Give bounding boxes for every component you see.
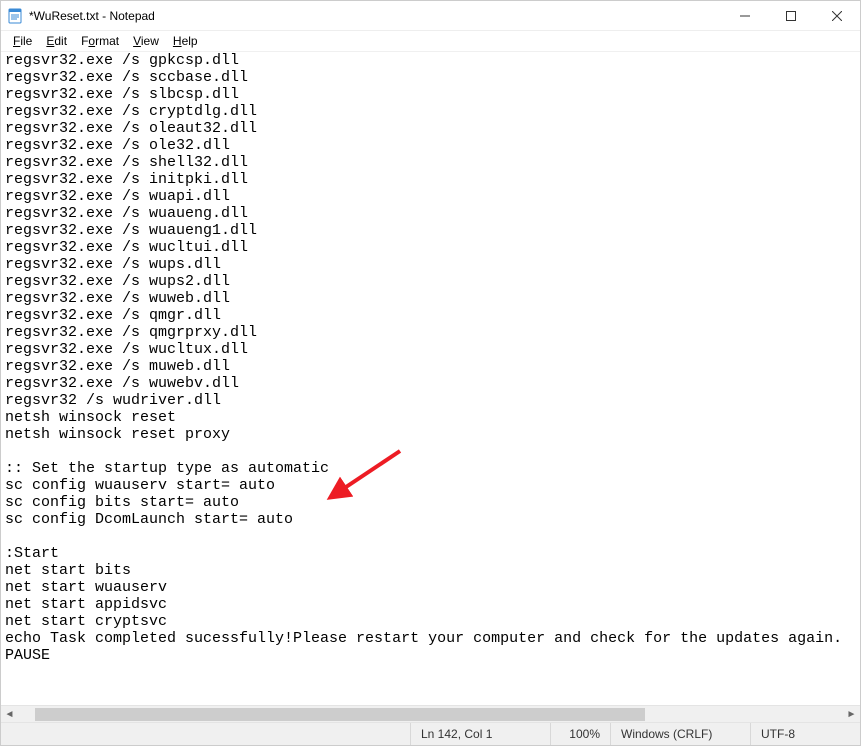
close-button[interactable] xyxy=(814,1,860,31)
minimize-button[interactable] xyxy=(722,1,768,31)
menu-edit[interactable]: Edit xyxy=(40,33,73,49)
maximize-icon xyxy=(786,11,796,21)
minimize-icon xyxy=(740,11,750,21)
window-title: *WuReset.txt - Notepad xyxy=(29,9,155,23)
notepad-icon xyxy=(7,8,23,24)
scroll-left-button[interactable]: ◄ xyxy=(1,706,18,723)
status-encoding: UTF-8 xyxy=(750,723,860,745)
menu-file-rest: ile xyxy=(20,34,32,48)
menu-format[interactable]: Format xyxy=(75,33,125,49)
menu-edit-rest: dit xyxy=(54,34,67,48)
menu-help[interactable]: Help xyxy=(167,33,204,49)
status-bar: Ln 142, Col 1 100% Windows (CRLF) UTF-8 xyxy=(1,722,860,745)
text-editor[interactable]: regsvr32.exe /s gpkcsp.dll regsvr32.exe … xyxy=(1,52,860,705)
status-position: Ln 142, Col 1 xyxy=(410,723,550,745)
text-content[interactable]: regsvr32.exe /s gpkcsp.dll regsvr32.exe … xyxy=(1,52,860,668)
menu-help-rest: elp xyxy=(182,34,198,48)
menu-format-rest: rmat xyxy=(95,34,119,48)
scroll-thumb[interactable] xyxy=(35,708,645,721)
title-bar: *WuReset.txt - Notepad xyxy=(1,1,860,31)
horizontal-scrollbar[interactable]: ◄ ► xyxy=(1,705,860,722)
status-spacer xyxy=(1,723,410,745)
scroll-right-button[interactable]: ► xyxy=(843,706,860,723)
maximize-button[interactable] xyxy=(768,1,814,31)
status-line-ending: Windows (CRLF) xyxy=(610,723,750,745)
menu-file[interactable]: File xyxy=(7,33,38,49)
close-icon xyxy=(832,11,842,21)
menu-view-rest: iew xyxy=(141,34,159,48)
status-zoom: 100% xyxy=(550,723,610,745)
menu-view[interactable]: View xyxy=(127,33,165,49)
menu-bar: File Edit Format View Help xyxy=(1,31,860,52)
scroll-track[interactable] xyxy=(18,706,843,723)
